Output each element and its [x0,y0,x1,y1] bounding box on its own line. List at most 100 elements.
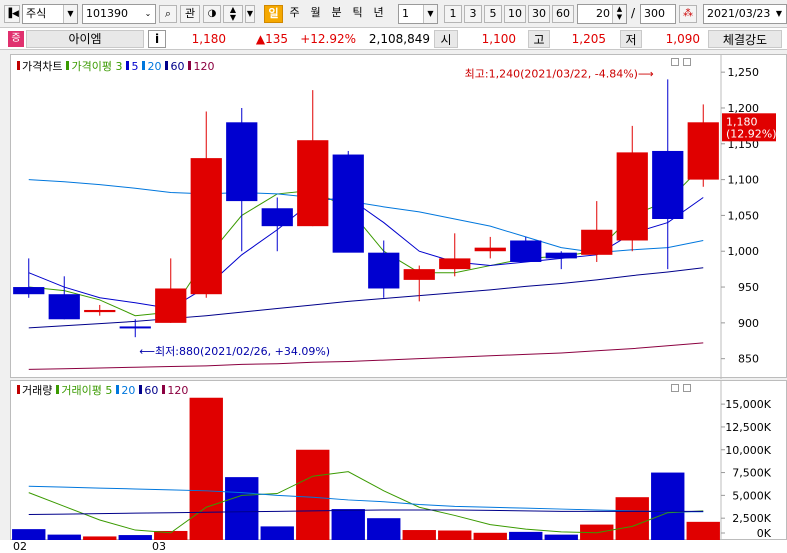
close-icon[interactable] [683,384,691,392]
maximize-icon[interactable] [671,58,679,66]
period-button-1[interactable]: 주 [285,5,304,23]
price-legend-item[interactable]: 가격이평 3 [71,60,122,73]
price-legend-item[interactable]: 20 [147,60,161,73]
price-legend-item[interactable]: 가격차트 [22,60,62,73]
high-label: 고 [528,30,550,48]
y-tick-label: 10,000K [725,444,771,457]
candle-body [439,258,471,270]
candle-body [13,287,45,295]
history-icon[interactable]: ◑ [203,5,221,23]
stock-name[interactable]: 아이엠 [26,30,144,48]
candle-body [545,252,577,259]
volume-bar [189,397,223,541]
panel-toggle-icon[interactable]: ▐◀ [4,5,20,23]
up-down-spinner-icon[interactable]: ▲ ▼ [612,5,626,23]
candle-body [510,240,542,262]
volume-legend-swatch [56,385,60,394]
volume-legend-item[interactable]: 120 [167,384,188,397]
y-tick-label: 900 [738,317,759,330]
strength-button[interactable]: 체결강도 [708,30,782,48]
candle-body [297,140,329,227]
volume-legend-swatch [17,385,20,394]
quote-bar: 증 아이엠 i 1,180 ▲135 +12.92% 2,108,849 시 1… [0,28,787,50]
chevron-down-icon[interactable]: ▼ [245,5,255,23]
price-legend: 가격차트 가격이평 3 5 20 60 120 [17,58,214,74]
search-icon[interactable]: ⌕ [159,5,177,23]
interval-button-10[interactable]: 10 [504,5,526,23]
price-chart[interactable]: 1,2501,2001,1501,1001,0501,000950900850최… [11,55,787,379]
price-legend-item[interactable]: 60 [170,60,184,73]
chart-settings-icon[interactable]: ⁂ [679,5,697,23]
price-legend-swatch [142,61,146,70]
price-legend-swatch [126,61,130,70]
price-legend-item[interactable]: 120 [193,60,214,73]
chevron-down-icon[interactable]: ▼ [63,5,77,23]
max-price-annotation: 최고:1,240(2021/03/22, -4.84%)⟶ [465,67,654,80]
interval-button-30[interactable]: 30 [528,5,550,23]
interval-button-5[interactable]: 5 [484,5,502,23]
x-axis-label: 03 [152,540,166,553]
volume-bar [296,449,330,541]
period-button-0[interactable]: 일 [264,5,283,23]
candle-body [368,252,400,289]
interval-button-1[interactable]: 1 [444,5,462,23]
date-select[interactable]: 2021/03/23 ▼ [703,4,787,24]
period-button-4[interactable]: 틱 [348,5,367,23]
candle-body [581,229,613,255]
volume-bar [225,477,259,541]
x-axis: 02 03 [0,540,787,553]
toolbar: ▐◀ 주식 ▼ 101390 ⌄ ⌕ 관 ◑ ▲ ▼ ▼ 일주월분틱년 1 ▼ 1… [0,0,787,28]
volume-legend-item[interactable]: 거래이평 5 [61,384,112,397]
info-button[interactable]: i [148,30,166,48]
y-tick-label: 950 [738,281,759,294]
candle-body [687,122,719,180]
interval-button-60[interactable]: 60 [552,5,574,23]
volume-legend-item[interactable]: 거래량 [22,384,52,397]
candle-body [48,294,80,320]
interval-value: 1 [402,7,409,20]
current-price: 1,180 [191,32,226,46]
period-button-2[interactable]: 월 [306,5,325,23]
interval-button-3[interactable]: 3 [464,5,482,23]
candle-body [616,152,648,241]
close-icon[interactable] [683,58,691,66]
low-label: 저 [620,30,642,48]
view-count-input[interactable]: 20 ▲ ▼ [577,4,627,24]
candle-body [403,269,435,280]
market-select[interactable]: 주식 ▼ [22,4,78,24]
watch-button[interactable]: 관 [180,5,200,23]
chevron-down-icon[interactable]: ⌄ [141,5,155,23]
volume-chart[interactable]: 15,000K 12,500K 10,000K 7,500K 5,000K 2,500K 0… [11,381,787,541]
volume-ma-line-60 [28,509,704,516]
stock-code-input[interactable]: 101390 ⌄ [82,4,156,24]
volume-legend: 거래량 거래이평 5 20 60 120 [17,382,188,398]
price-legend-item[interactable]: 5 [131,60,138,73]
volume-legend-swatch [139,385,143,394]
candle-body [155,288,187,323]
up-down-spinner-icon[interactable]: ▲ ▼ [223,5,243,23]
x-axis-label: 02 [13,540,27,553]
chevron-down-icon[interactable]: ▼ [423,5,437,23]
price-legend-swatch [17,61,20,70]
period-button-3[interactable]: 분 [327,5,346,23]
price-change: ▲135 [255,32,288,46]
volume-legend-item[interactable]: 20 [121,384,135,397]
y-tick-label: 15,000K [725,398,771,411]
volume-chart-panel: 15,000K 12,500K 10,000K 7,500K 5,000K 2,500K 0… [10,380,787,541]
maximize-icon[interactable] [671,384,679,392]
y-tick-label: 1,100 [728,174,760,187]
y-tick-label: 0K [757,527,772,540]
total-count-input[interactable]: 300 [640,4,676,24]
candle-body [332,154,364,253]
volume-bar [615,497,649,541]
chevron-down-icon[interactable]: ▼ [772,5,786,23]
price-change-pct: +12.92% [300,32,356,46]
price-legend-swatch [188,61,192,70]
candle-body [474,247,506,252]
volume-legend-item[interactable]: 60 [144,384,158,397]
period-button-5[interactable]: 년 [369,5,388,23]
volume-ma-line-5 [28,471,704,534]
price-chart-panel: 1,250 1,200 1,150 1,100 1,050 1,000 950 900 850 최… [10,54,787,379]
volume-legend-swatch [116,385,120,394]
interval-select[interactable]: 1 ▼ [398,4,438,24]
